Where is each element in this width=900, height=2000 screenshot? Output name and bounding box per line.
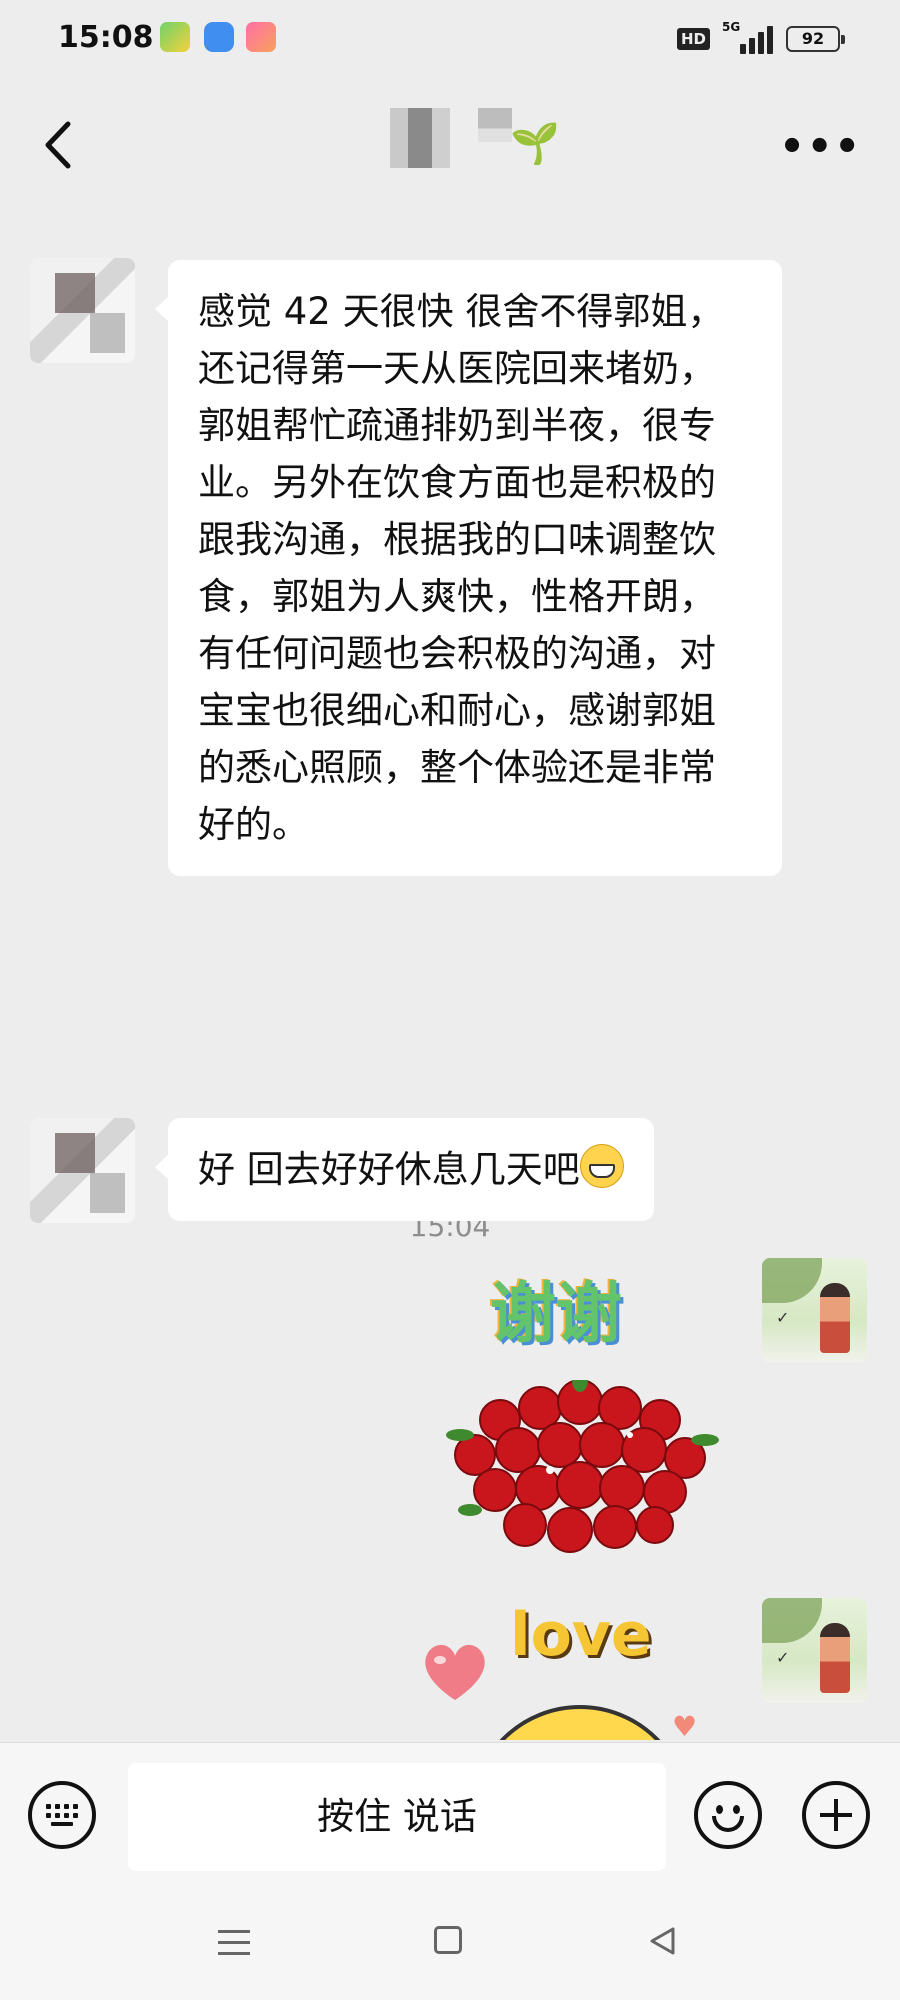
signal-icon: 5G bbox=[722, 20, 774, 54]
love-smiley-sticker[interactable]: love ♥ bbox=[420, 1600, 740, 1740]
grin-emoji-icon bbox=[579, 1144, 624, 1188]
contact-name-blurred-part bbox=[478, 108, 512, 142]
keyboard-icon[interactable] bbox=[28, 1781, 96, 1849]
rose-bouquet-sticker[interactable]: 谢谢 bbox=[420, 1260, 740, 1590]
message-text: 好 回去好好休息几天吧 bbox=[198, 1148, 580, 1191]
small-heart-icon: ♥ bbox=[672, 1710, 698, 1740]
heart-icon bbox=[425, 1644, 485, 1700]
sprout-emoji: 🌱 bbox=[510, 121, 560, 167]
home-square-icon[interactable] bbox=[434, 1926, 462, 1954]
video-app-icon bbox=[160, 22, 190, 52]
back-triangle-icon[interactable] bbox=[648, 1926, 678, 1956]
status-bar: 15:08 HD 5G 92 bbox=[0, 0, 900, 80]
system-nav-bar bbox=[0, 1890, 900, 2000]
my-avatar[interactable]: ✓ bbox=[762, 1258, 867, 1363]
pink-app-icon bbox=[246, 22, 276, 52]
my-avatar[interactable]: ✓ bbox=[762, 1598, 867, 1703]
smiley-icon[interactable] bbox=[694, 1781, 762, 1849]
status-time: 15:08 bbox=[58, 20, 154, 55]
hd-badge: HD bbox=[676, 28, 710, 50]
contact-name-blurred bbox=[390, 108, 450, 168]
contact-avatar[interactable] bbox=[30, 1118, 135, 1223]
chevron-left-icon[interactable] bbox=[38, 118, 88, 172]
blue-app-icon bbox=[204, 22, 234, 52]
sticker-text: love bbox=[510, 1600, 652, 1670]
chat-area[interactable]: 感觉 42 天很快 很舍不得郭姐，还记得第一天从医院回来堵奶，郭姐帮忙疏通排奶到… bbox=[0, 200, 900, 1740]
chat-header: 🌱 ••• bbox=[0, 90, 900, 200]
network-label: 5G bbox=[722, 20, 741, 34]
input-bar: 按住 说话 bbox=[0, 1742, 900, 1891]
hold-to-talk-button[interactable]: 按住 说话 bbox=[128, 1763, 666, 1871]
battery-icon: 92 bbox=[786, 26, 845, 52]
contact-avatar[interactable] bbox=[30, 258, 135, 363]
sticker-text: 谢谢 bbox=[490, 1275, 622, 1352]
smiley-face-icon bbox=[470, 1705, 690, 1740]
menu-icon[interactable] bbox=[218, 1930, 250, 1956]
more-dots-icon[interactable]: ••• bbox=[779, 124, 862, 170]
rose-bouquet-icon bbox=[446, 1380, 719, 1553]
message-bubble[interactable]: 感觉 42 天很快 很舍不得郭姐，还记得第一天从医院回来堵奶，郭姐帮忙疏通排奶到… bbox=[155, 260, 782, 876]
message-bubble[interactable]: 好 回去好好休息几天吧 bbox=[155, 1118, 654, 1221]
plus-icon[interactable] bbox=[802, 1781, 870, 1849]
status-indicators: HD 5G 92 bbox=[676, 20, 845, 56]
message-text: 感觉 42 天很快 很舍不得郭姐，还记得第一天从医院回来堵奶，郭姐帮忙疏通排奶到… bbox=[198, 290, 725, 846]
